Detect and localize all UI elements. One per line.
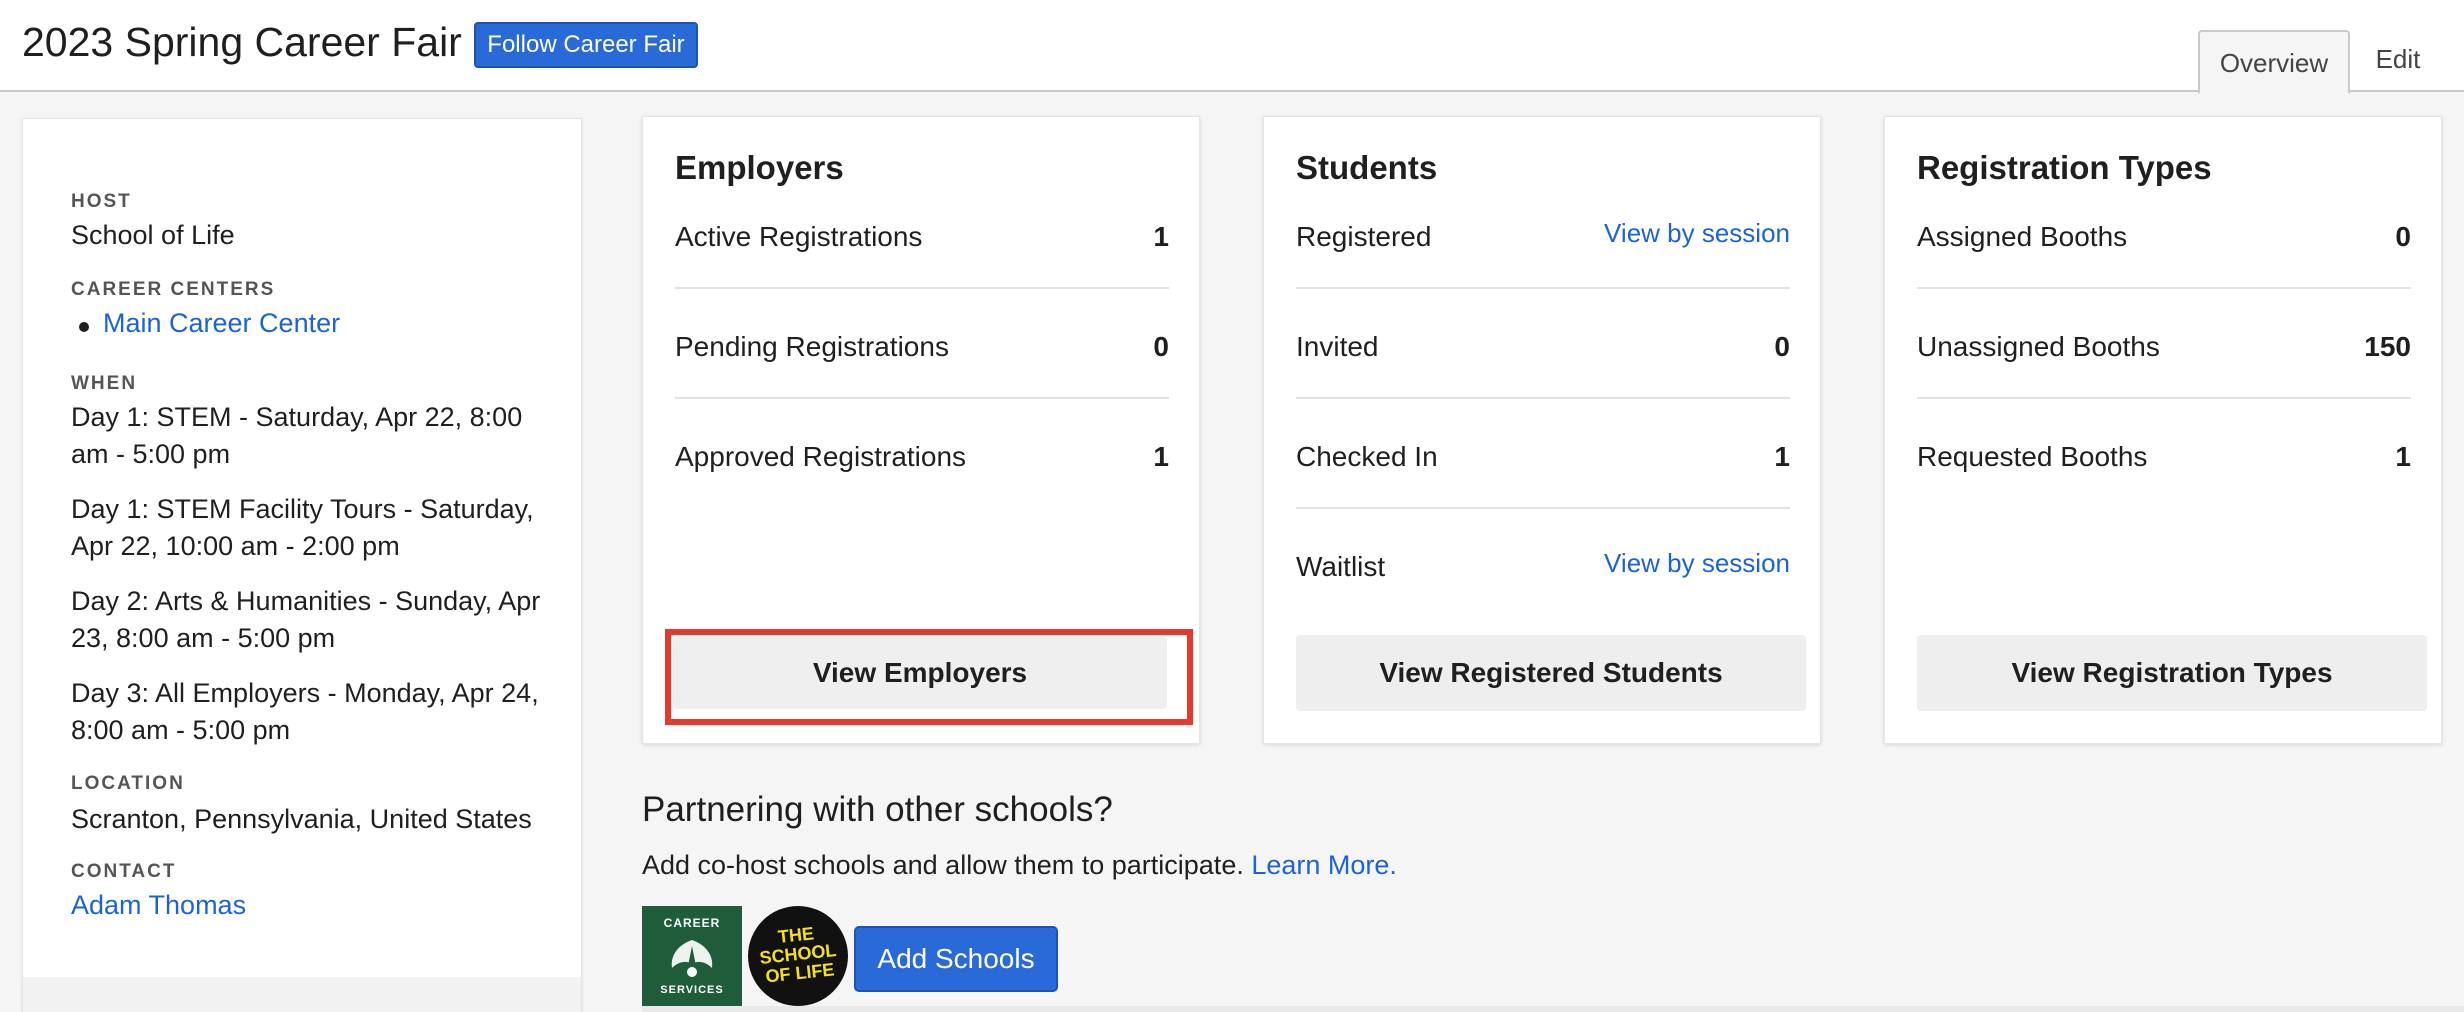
tab-edit[interactable]: Edit bbox=[2354, 28, 2442, 92]
career-services-logo: CAREER SERVICES bbox=[642, 906, 742, 1006]
when-item: Day 2: Arts & Humanities - Sunday, Apr 2… bbox=[71, 586, 541, 653]
stat-value: 1 bbox=[2395, 441, 2411, 472]
stat-label: Approved Registrations bbox=[675, 441, 967, 472]
panel-footer bbox=[23, 977, 581, 1012]
page-title: 2023 Spring Career Fair bbox=[22, 19, 462, 65]
stat-row: Checked In 1 bbox=[1296, 437, 1790, 547]
stat-row: Approved Registrations 1 bbox=[675, 437, 1169, 547]
stat-value: 0 bbox=[1153, 331, 1169, 362]
career-centers-label: CAREER CENTERS bbox=[71, 279, 276, 300]
learn-more-link[interactable]: Learn More. bbox=[1251, 850, 1397, 880]
stat-row: Requested Booths 1 bbox=[1917, 437, 2411, 547]
stat-row: Active Registrations 1 bbox=[675, 217, 1169, 327]
view-registered-students-button[interactable]: View Registered Students bbox=[1296, 635, 1806, 711]
partnering-title: Partnering with other schools? bbox=[642, 790, 1113, 829]
stat-row: Pending Registrations 0 bbox=[675, 327, 1169, 437]
stat-label: Active Registrations bbox=[675, 221, 923, 252]
bottom-divider bbox=[642, 1006, 2464, 1012]
location-value: Scranton, Pennsylvania, United States bbox=[71, 804, 532, 834]
fair-info-panel: HOST School of Life CAREER CENTERS Main … bbox=[22, 118, 582, 1012]
stat-label: Requested Booths bbox=[1917, 441, 2148, 472]
stat-value: 0 bbox=[2395, 221, 2411, 252]
stat-label: Pending Registrations bbox=[675, 331, 949, 362]
host-label: HOST bbox=[71, 191, 132, 212]
stat-value: 0 bbox=[1774, 331, 1790, 362]
employers-title: Employers bbox=[675, 149, 844, 186]
when-label: WHEN bbox=[71, 373, 138, 394]
stat-label: Invited bbox=[1296, 331, 1379, 362]
career-center-link[interactable]: Main Career Center bbox=[103, 305, 593, 342]
row-divider bbox=[675, 397, 1169, 399]
registration-types-title: Registration Types bbox=[1917, 149, 2212, 186]
career-logo-bottom-text: SERVICES bbox=[660, 984, 724, 996]
page-header: 2023 Spring Career Fair Follow Career Fa… bbox=[0, 0, 2464, 94]
stat-row: Assigned Booths 0 bbox=[1917, 217, 2411, 327]
host-value: School of Life bbox=[71, 220, 235, 250]
row-divider bbox=[1296, 507, 1790, 509]
when-item: Day 1: STEM - Saturday, Apr 22, 8:00 am … bbox=[71, 402, 523, 469]
highlight-box bbox=[665, 629, 1193, 725]
tab-overview[interactable]: Overview bbox=[2198, 30, 2350, 94]
registration-types-card: Registration Types Assigned Booths 0 Una… bbox=[1884, 116, 2442, 744]
stat-value: 1 bbox=[1153, 441, 1169, 472]
students-title: Students bbox=[1296, 149, 1438, 186]
stat-row: Registered View by session bbox=[1296, 217, 1790, 327]
when-item: Day 1: STEM Facility Tours - Saturday, A… bbox=[71, 494, 534, 561]
contact-link[interactable]: Adam Thomas bbox=[71, 887, 561, 924]
stat-label: Checked In bbox=[1296, 441, 1438, 472]
view-by-session-link[interactable]: View by session bbox=[1604, 543, 1790, 583]
stat-value: 150 bbox=[2364, 331, 2411, 362]
stat-label: Waitlist bbox=[1296, 551, 1386, 582]
stat-value: 1 bbox=[1153, 221, 1169, 252]
partnering-description: Add co-host schools and allow them to pa… bbox=[642, 850, 1397, 881]
when-item: Day 3: All Employers - Monday, Apr 24, 8… bbox=[71, 678, 539, 745]
row-divider bbox=[1917, 397, 2411, 399]
stat-label: Registered bbox=[1296, 221, 1432, 252]
stat-label: Unassigned Booths bbox=[1917, 331, 2160, 362]
stat-label: Assigned Booths bbox=[1917, 221, 2128, 252]
follow-career-fair-button[interactable]: Follow Career Fair bbox=[474, 22, 698, 68]
partnering-text: Add co-host schools and allow them to pa… bbox=[642, 850, 1244, 880]
row-divider bbox=[1296, 287, 1790, 289]
contact-label: CONTACT bbox=[71, 861, 177, 882]
row-divider bbox=[1296, 397, 1790, 399]
stat-value: 1 bbox=[1774, 441, 1790, 472]
location-label: LOCATION bbox=[71, 773, 185, 794]
stat-row: Invited 0 bbox=[1296, 327, 1790, 437]
row-divider bbox=[675, 287, 1169, 289]
list-bullet bbox=[79, 322, 89, 332]
view-by-session-link[interactable]: View by session bbox=[1604, 213, 1790, 253]
career-logo-top-text: CAREER bbox=[663, 916, 721, 930]
students-card: Students Registered View by session Invi… bbox=[1263, 116, 1821, 744]
view-registration-types-button[interactable]: View Registration Types bbox=[1917, 635, 2427, 711]
employers-card: Employers Active Registrations 1 Pending… bbox=[642, 116, 1200, 744]
add-schools-button[interactable]: Add Schools bbox=[854, 926, 1058, 992]
row-divider bbox=[1917, 287, 2411, 289]
school-of-life-logo: THE SCHOOL OF LIFE bbox=[748, 906, 848, 1006]
stat-row: Unassigned Booths 150 bbox=[1917, 327, 2411, 437]
